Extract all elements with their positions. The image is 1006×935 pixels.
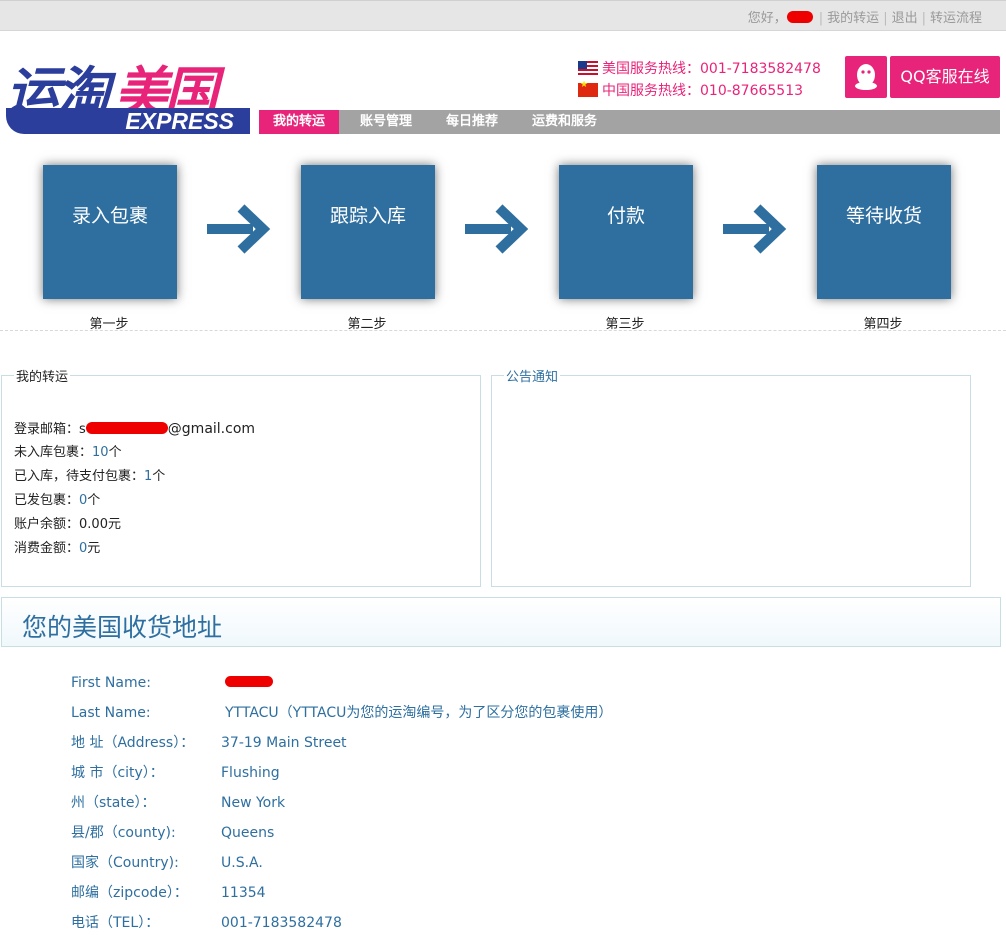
username-redacted [786,11,813,23]
logo-express-banner: EXPRESS [6,108,250,134]
spent-label: 消费金额： [14,541,80,556]
shipped-label: 已发包裹： [14,493,80,508]
notice-legend: 公告通知 [506,370,559,385]
address-value: 37-19 Main Street [221,735,347,751]
top-bar: 您好， | 我的转运 | 退出 | 转运流程 [0,0,1006,31]
first-name-label: First Name: [71,675,151,691]
unit: 个 [87,493,101,508]
email-redacted [85,422,168,434]
shipped-row: 已发包裹：0个 [14,491,255,515]
my-shipping-link[interactable]: 我的转运 [827,11,879,26]
us-flag-icon [578,61,598,75]
county-value: Queens [221,825,275,841]
nav-account[interactable]: 账号管理 [360,110,412,134]
step-3-box: 付款 [559,165,693,299]
my-shipping-legend: 我的转运 [16,370,69,385]
qq-penguin-icon[interactable] [845,56,887,98]
balance-value: 0.00元 [79,517,121,532]
nav-daily-picks[interactable]: 每日推荐 [446,110,498,134]
balance-row: 账户余额：0.00元 [14,515,255,539]
logout-link[interactable]: 退出 [892,11,918,26]
email-prefix: s [79,422,86,437]
pending-payment-row: 已入库，待支付包裹：1个 [14,467,255,491]
pending-payment-label: 已入库，待支付包裹： [14,469,145,484]
user-links: 您好， | 我的转运 | 退出 | 转运流程 [747,11,982,26]
email-suffix: @gmail.com [167,421,256,437]
us-hotline: 美国服务热线：001-7183582478 [578,58,821,78]
not-in-warehouse-label: 未入库包裹： [14,445,93,460]
city-value: Flushing [221,765,280,781]
my-shipping-panel: 我的转运 登录邮箱：s @gmail.com 未入库包裹：10个 已入库，待支付包… [1,366,481,587]
us-address-header: 您的美国收货地址 [1,597,1001,647]
email-row: 登录邮箱：s @gmail.com [14,419,255,443]
phone-label: 电话（TEL）： [71,915,160,931]
last-name-value: YTTACU（YTTACU为您的运淘编号，为了区分您的包裹使用） [225,705,613,721]
greeting-text: 您好， [747,11,787,26]
cn-hotline-text: 中国服务热线：010-87665513 [602,83,804,99]
phone-value: 001-7183582478 [221,915,342,931]
address-label: 地 址（Address）： [71,735,195,751]
section-divider [0,330,1006,331]
county-label: 县/郡（county): [71,825,176,841]
arrow-right-icon [723,204,787,254]
notice-panel: 公告通知 [491,366,971,587]
country-value: U.S.A. [221,855,263,871]
qq-support-button[interactable]: QQ客服在线 [890,56,1000,98]
state-label: 州（state）： [71,795,156,811]
main-nav: 我的转运 账号管理 每日推荐 运费和服务 [259,110,1000,134]
site-logo[interactable]: 运淘 美国 EXPRESS [2,40,250,136]
zipcode-label: 邮编（zipcode）： [71,885,188,901]
step-4-box: 等待收货 [817,165,951,299]
email-label: 登录邮箱： [14,422,80,437]
country-label: 国家（Country): [71,855,179,871]
spent-unit: 元 [87,541,101,556]
not-in-warehouse-count[interactable]: 10 [92,445,109,460]
last-name-label: Last Name: [71,705,151,721]
us-hotline-text: 美国服务热线：001-7183582478 [602,61,821,77]
balance-label: 账户余额： [14,517,80,532]
spent-row: 消费金额：0元 [14,539,255,563]
cn-hotline: 中国服务热线：010-87665513 [578,80,803,100]
not-in-warehouse-row: 未入库包裹：10个 [14,443,255,467]
first-name-value [221,672,273,694]
first-name-redacted [225,676,273,687]
unit: 个 [108,445,122,460]
state-value: New York [221,795,286,811]
nav-rates-services[interactable]: 运费和服务 [532,110,597,134]
nav-my-shipping[interactable]: 我的转运 [259,110,340,134]
step-2-box: 跟踪入库 [301,165,435,299]
city-label: 城 市（city）： [71,765,164,781]
step-1-box: 录入包裹 [43,165,177,299]
shipping-flow-link[interactable]: 转运流程 [930,11,982,26]
zipcode-value: 11354 [221,885,266,901]
arrow-right-icon [465,204,529,254]
cn-flag-icon [578,80,598,97]
unit: 个 [152,469,166,484]
account-summary: 登录邮箱：s @gmail.com 未入库包裹：10个 已入库，待支付包裹：1个 … [14,419,255,563]
us-address-title: 您的美国收货地址 [22,613,223,642]
arrow-right-icon [207,204,271,254]
